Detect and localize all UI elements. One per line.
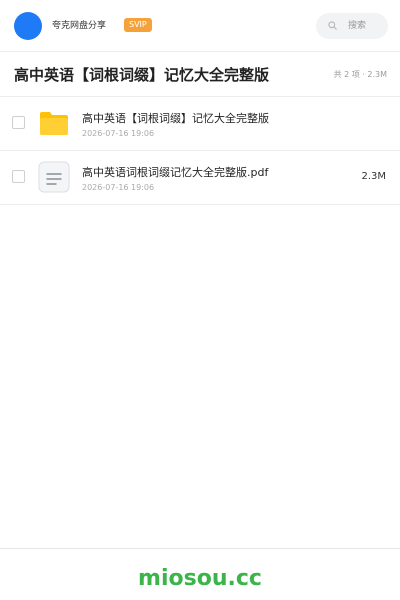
file-date: 2026-07-16 19:06	[82, 183, 155, 192]
watermark-text: miosou.cc	[138, 566, 262, 591]
list-item[interactable]: 高中英语【词根词缀】记忆大全完整版 2026-07-16 19:06	[0, 97, 400, 151]
top-bar: 夸克网盘分享 SVIP 搜索	[0, 0, 400, 52]
file-date: 2026-07-16 19:06	[82, 129, 155, 138]
footer: miosou.cc	[0, 548, 400, 600]
list-item[interactable]: 高中英语词根词缀记忆大全完整版.pdf 2026-07-16 19:06 2.3…	[0, 151, 400, 205]
folder-icon	[40, 112, 68, 135]
select-checkbox[interactable]	[12, 170, 25, 183]
avatar[interactable]	[14, 12, 42, 40]
search-placeholder: 搜索	[347, 21, 366, 31]
file-summary: 共 2 项 · 2.3M	[333, 70, 387, 79]
brand-name: 夸克网盘分享	[52, 21, 107, 31]
file-size: 2.3M	[361, 171, 386, 182]
page-title: 高中英语【词根词缀】记忆大全完整版	[14, 66, 270, 84]
file-name: 高中英语词根词缀记忆大全完整版.pdf	[82, 166, 269, 179]
search-icon	[328, 21, 337, 30]
search-box[interactable]: 搜索	[316, 13, 388, 39]
svip-badge: SVIP	[124, 18, 152, 32]
share-page: 夸克网盘分享 SVIP 搜索 高中英语【词根词缀】记忆大全完整版 共 2 项 ·…	[0, 0, 400, 600]
share-title-bar: 高中英语【词根词缀】记忆大全完整版 共 2 项 · 2.3M	[0, 52, 400, 97]
document-icon	[38, 161, 70, 193]
file-name: 高中英语【词根词缀】记忆大全完整版	[82, 112, 269, 125]
select-checkbox[interactable]	[12, 116, 25, 129]
